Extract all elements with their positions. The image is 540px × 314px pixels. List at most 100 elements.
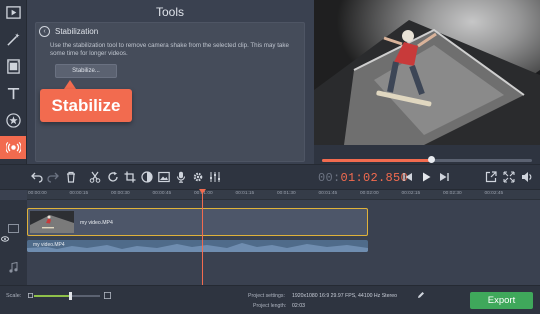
callout-arrow [64,80,76,89]
audio-clip[interactable]: my video.MP4 [27,240,368,252]
settings-icon [193,172,203,182]
audio-clip-label: my video.MP4 [33,242,65,248]
project-length-label: Project length: [253,303,287,309]
record-audio-icon [176,171,186,183]
audio-waveform [27,243,368,252]
undo-button[interactable] [30,170,44,184]
project-settings-value: 1920x1080 16:9 29.97 FPS, 44100 Hz Stere… [292,293,397,299]
color-icon [141,171,153,183]
video-clip[interactable]: my video.MP4 [27,208,368,236]
stabilize-callout: Stabilize [40,89,132,122]
stabilization-header: ‹ Stabilization [36,23,304,39]
clip-thumbnail [30,211,74,233]
play-icon [423,172,431,182]
track-headers [0,200,27,285]
stabilization-button[interactable] [0,136,26,159]
fullscreen-icon [503,171,515,183]
magic-wand-icon [6,32,20,46]
image-icon [158,171,170,183]
timeline-ruler[interactable]: 00:00:00 00:00:15 00:00:30 00:00:45 00:01:00… [27,190,540,200]
project-settings-label: Project settings: [248,293,285,299]
film-icon [6,59,20,74]
video-track-icon [8,224,19,233]
undo-icon [31,172,43,183]
video-preview [314,0,540,145]
ruler-tick-label: 00:00:45 [152,191,172,196]
text-icon [7,87,19,100]
record-audio-button[interactable] [174,170,188,184]
seek-thumb[interactable] [428,156,436,163]
next-frame-button[interactable] [437,170,451,184]
panel-title: Tools [155,5,184,19]
playhead[interactable] [202,190,203,285]
titles-button[interactable] [0,82,26,105]
insert-image-button[interactable] [157,170,171,184]
timeline-tracks: my video.MP4 my video.MP4 [27,200,540,285]
music-track-icon [9,262,18,273]
ruler-tick-label: 00:02:30 [443,191,462,196]
redo-icon [47,172,59,183]
fullscreen-button[interactable] [502,170,516,184]
timecode-hours: 00: [318,171,341,185]
ruler-tick-label: 00:02:45 [484,191,504,196]
external-icon [485,171,497,183]
export-button[interactable]: Export [470,292,533,309]
seek-bar[interactable] [322,156,532,163]
crop-button[interactable] [123,170,137,184]
stabilization-icon [5,141,21,154]
previous-icon [403,173,412,181]
pencil-icon[interactable] [417,291,425,299]
zoom-out-icon[interactable] [28,293,33,298]
transitions-button[interactable] [0,55,26,78]
delete-icon [67,171,75,183]
ruler-tick-label: 00:01:15 [235,191,255,196]
stickers-button[interactable] [0,109,26,132]
rotate-icon [108,171,118,182]
crop-icon [124,171,136,183]
equalizer-button[interactable] [208,170,222,184]
detach-preview-button[interactable] [484,170,498,184]
previous-frame-button[interactable] [401,170,415,184]
seek-area [314,145,540,164]
volume-icon [522,172,532,182]
clip-thumbnail-image [30,211,74,233]
scale-label: Scale: [6,293,22,299]
rotate-button[interactable] [106,170,120,184]
ruler-tick-label: 00:00:30 [111,191,130,196]
zoom-in-icon[interactable] [104,292,111,299]
ruler-tick-label: 00:00:15 [69,191,89,196]
video-clip-label: my video.MP4 [80,220,113,226]
color-adjust-button[interactable] [140,170,154,184]
back-icon[interactable]: ‹ [39,25,50,37]
redo-button[interactable] [46,170,60,184]
ruler-tick-label: 00:02:00 [360,191,379,196]
stabilize-button[interactable]: Stabilize... [55,64,117,78]
scale-slider-thumb[interactable] [69,292,73,300]
delete-button[interactable] [64,170,78,184]
status-bar: Scale: Project settings: 1920x1080 16:9 … [0,285,540,314]
stabilization-description: Use the stabilization tool to remove cam… [50,42,289,57]
next-icon [440,173,449,181]
eye-icon[interactable] [1,236,9,242]
scale-slider-fill [34,295,71,297]
section-title: Stabilization [55,26,99,36]
preview-frame [314,0,540,145]
import-icon [5,6,21,19]
play-button[interactable] [419,170,433,184]
filters-button[interactable] [0,28,26,51]
ruler-tick-label: 00:01:45 [318,191,338,196]
cut-button[interactable] [88,170,102,184]
cut-icon [89,171,101,183]
star-icon [5,113,21,128]
ruler-tick-label: 00:00:00 [28,191,47,196]
seek-progress [322,159,432,162]
clip-settings-button[interactable] [191,170,205,184]
left-toolbar [0,0,27,164]
timeline-toolbar: 00:01:02.850 [0,164,540,190]
import-button[interactable] [0,1,26,24]
timecode-display: 00:01:02.850 [318,171,408,185]
project-length-value: 02:03 [292,303,305,309]
scale-slider[interactable] [34,292,100,300]
volume-button[interactable] [520,170,534,184]
ruler-tick-label: 00:02:15 [401,191,421,196]
